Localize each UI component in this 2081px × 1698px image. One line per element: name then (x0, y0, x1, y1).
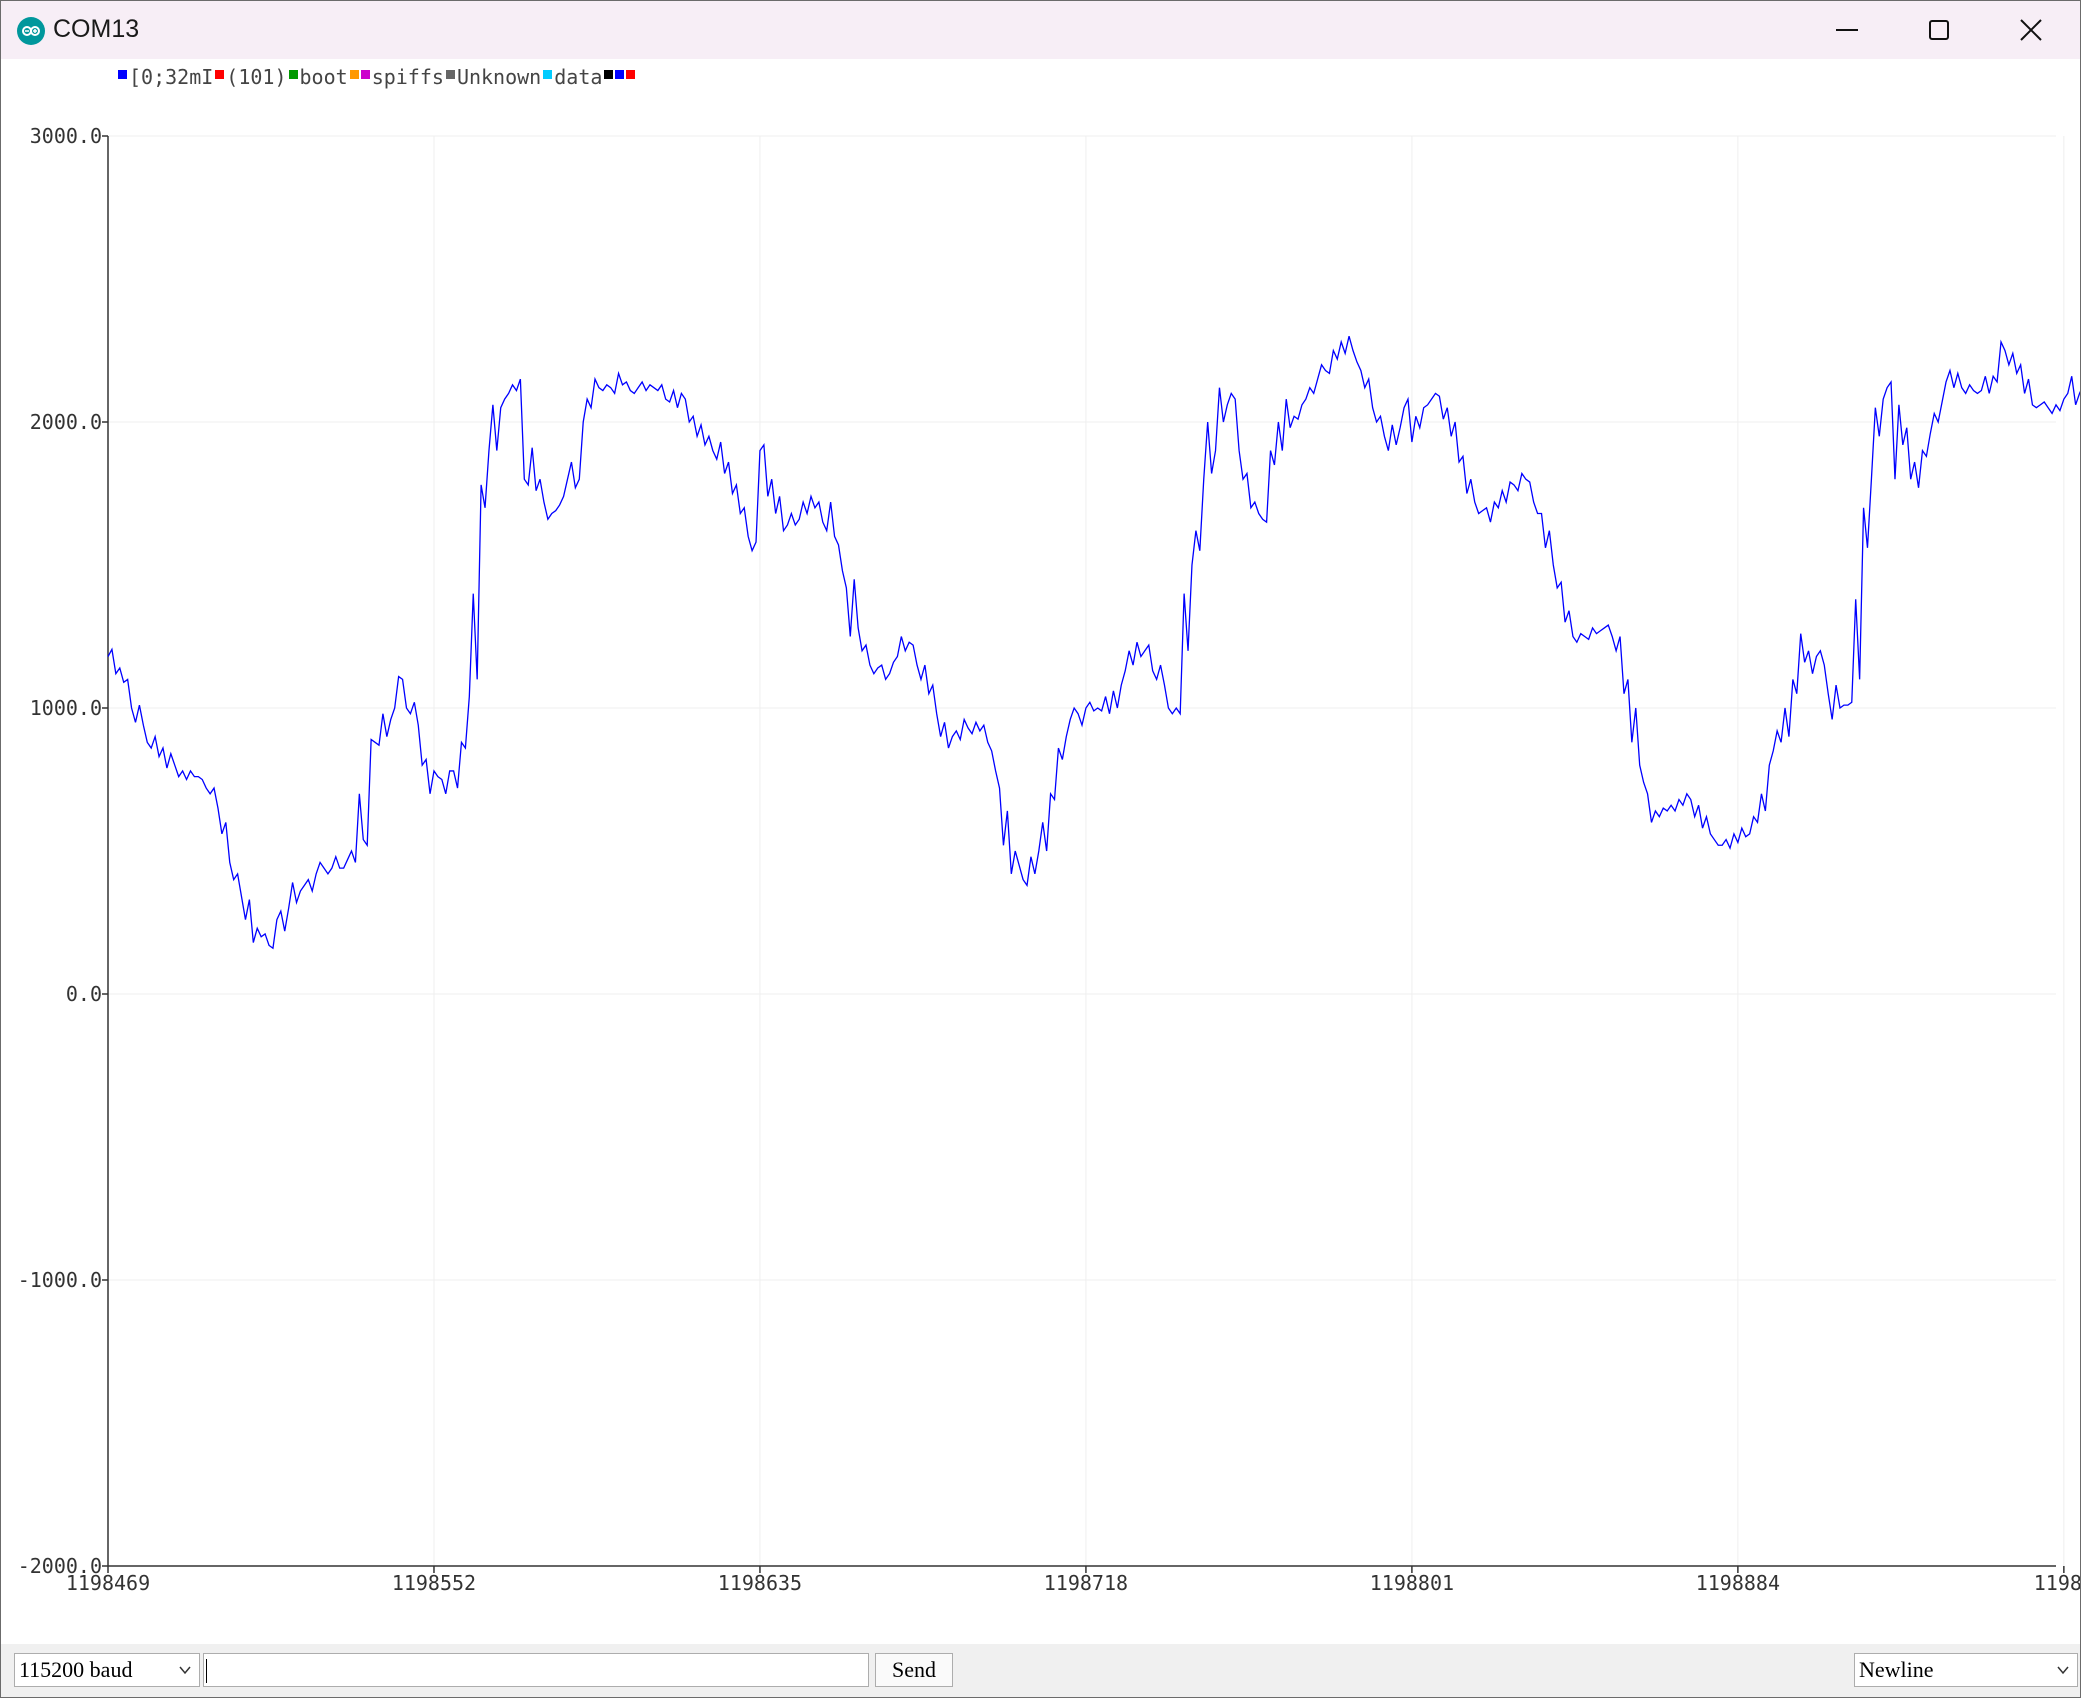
window-title: COM13 (53, 15, 140, 43)
legend-swatch (288, 69, 298, 79)
maximize-button[interactable] (1893, 1, 1985, 59)
baud-rate-value: 115200 baud (19, 1657, 133, 1682)
legend-item (349, 69, 361, 85)
legend-swatch (215, 69, 225, 79)
y-tick-label: 2000.0 (30, 410, 102, 434)
title-bar[interactable]: COM13 (1, 1, 2080, 59)
legend-label: data (554, 65, 603, 89)
legend-label: spiffs (371, 65, 444, 89)
legend-item: (101) (215, 65, 288, 89)
legend-swatch (543, 69, 553, 79)
serial-input[interactable] (203, 1653, 869, 1687)
legend-label: boot (299, 65, 348, 89)
legend-item (626, 69, 637, 85)
bottom-toolbar: 115200 baud Send Newline (1, 1644, 2080, 1697)
y-tick-label: -1000.0 (18, 1268, 102, 1292)
x-tick-label: 1198469 (66, 1571, 150, 1595)
serial-plot-chart: 3000.02000.01000.00.0-1000.0-2000.011984… (18, 124, 2080, 1595)
baud-rate-select[interactable]: 115200 baud (14, 1653, 200, 1687)
x-tick-label: 1198801 (1370, 1571, 1454, 1595)
legend-swatch (445, 69, 455, 79)
legend-item (615, 69, 626, 85)
legend-item (604, 69, 615, 85)
legend-item: spiffs (360, 65, 446, 89)
legend-swatch (118, 69, 127, 79)
x-tick-label: 11989 (2034, 1571, 2080, 1595)
chevron-down-icon (179, 1666, 191, 1675)
x-tick-label: 1198718 (1044, 1571, 1128, 1595)
x-tick-label: 1198552 (392, 1571, 476, 1595)
legend-item: boot (288, 65, 350, 89)
close-button[interactable] (1985, 1, 2077, 59)
legend-item: [0;32mI (118, 65, 215, 89)
legend-label: [0;32mI (129, 65, 214, 89)
series-line (107, 336, 2080, 950)
chevron-down-icon (2057, 1666, 2069, 1675)
y-tick-label: 0.0 (66, 982, 102, 1006)
legend-swatch (604, 69, 614, 79)
legend-label: (101) (226, 65, 287, 89)
x-tick-label: 1198884 (1696, 1571, 1780, 1595)
y-tick-label: 1000.0 (30, 696, 102, 720)
minimize-icon (1836, 29, 1858, 31)
text-caret (206, 1659, 207, 1683)
minimize-button[interactable] (1801, 1, 1893, 59)
legend-item: data (543, 65, 604, 89)
legend-label: Unknown (456, 65, 542, 89)
arduino-infinity-icon (17, 17, 45, 45)
line-ending-value: Newline (1859, 1657, 1934, 1682)
x-tick-label: 1198635 (718, 1571, 802, 1595)
legend-swatch (349, 69, 359, 79)
plot-legend: [0;32mI (101) boot spiffs Unknown data (118, 63, 637, 91)
y-tick-label: 3000.0 (30, 124, 102, 148)
close-icon (2020, 19, 2042, 41)
maximize-icon (1929, 20, 1949, 40)
legend-swatch (615, 69, 625, 79)
line-ending-select[interactable]: Newline (1854, 1653, 2078, 1687)
legend-swatch (360, 69, 370, 79)
serial-plotter-window: COM13 [0;32mI (101) boot spiffs Unknown data … (0, 0, 2081, 1698)
send-button[interactable]: Send (875, 1653, 953, 1687)
legend-item: Unknown (445, 65, 543, 89)
legend-swatch (626, 69, 636, 79)
